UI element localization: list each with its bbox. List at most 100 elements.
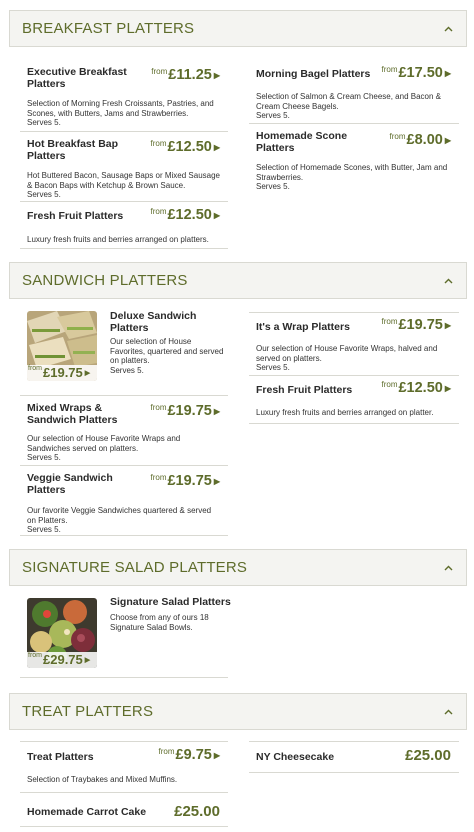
item-name: NY Cheesecake: [256, 751, 335, 763]
menu-item[interactable]: Mixed Wraps & Sandwich Platters from £19…: [20, 396, 228, 466]
caret-right-icon: ▶: [84, 370, 91, 377]
menu-item[interactable]: Morning Bagel Platters from £17.50 ▶ Sel…: [249, 62, 459, 124]
item-name: Hot Breakfast Bap Platters: [27, 138, 119, 162]
desc-text: Our selection of House Favorite Wraps an…: [27, 434, 181, 453]
price-value: £25.00: [174, 803, 220, 820]
chevron-up-icon[interactable]: [442, 275, 454, 287]
menu-item[interactable]: Hot Breakfast Bap Platters from £12.50 ▶…: [20, 132, 228, 202]
menu-item[interactable]: It's a Wrap Platters from £19.75 ▶ Our s…: [249, 312, 459, 376]
item-price[interactable]: from £11.25 ▶: [151, 67, 220, 83]
price-from-label: from: [389, 132, 406, 141]
item-description: Our selection of House Favorite Wraps an…: [27, 434, 222, 463]
price-value: £19.75: [43, 365, 83, 380]
item-description: Selection of Morning Fresh Croissants, P…: [27, 99, 222, 128]
item-description: Selection of Homemade Scones, with Butte…: [256, 163, 456, 192]
desc-text: Selection of Homemade Scones, with Butte…: [256, 163, 448, 182]
price-from-label: from: [381, 380, 398, 389]
serves-text: Serves 5.: [110, 365, 144, 375]
item-description: Our selection of House Favorites, quarte…: [110, 337, 225, 375]
section-title: SIGNATURE SALAD PLATTERS: [22, 559, 248, 576]
item-name: Veggie Sandwich Platters: [27, 472, 113, 496]
menu-item[interactable]: Executive Breakfast Platters from £11.25…: [20, 62, 228, 132]
menu-item[interactable]: Veggie Sandwich Platters from £19.75 ▶ O…: [20, 466, 228, 536]
item-description: Luxury fresh fruits and berries arranged…: [256, 408, 434, 417]
serves-text: Serves 5.: [27, 453, 61, 462]
chevron-up-icon[interactable]: [442, 562, 454, 574]
item-price[interactable]: from £12.50 ▶: [381, 380, 451, 396]
item-description: Hot Buttered Bacon, Sausage Baps or Mixe…: [27, 171, 222, 200]
item-price[interactable]: from £9.75 ▶: [159, 747, 220, 763]
serves-text: Serves 5.: [27, 190, 61, 199]
item-price[interactable]: from £12.50 ▶: [150, 207, 220, 223]
item-price[interactable]: from £19.75 ▶: [150, 403, 220, 419]
section-title: TREAT PLATTERS: [22, 703, 154, 720]
item-name: Fresh Fruit Platters: [256, 384, 353, 396]
item-name: Signature Salad Platters: [110, 596, 231, 608]
item-price[interactable]: from £19.75 ▶: [150, 473, 220, 489]
chevron-up-icon[interactable]: [442, 706, 454, 718]
price-from-label: from: [150, 403, 167, 412]
caret-right-icon: ▶: [213, 477, 220, 486]
price-from-label: from: [150, 139, 167, 148]
item-description: Selection of Salmon & Cream Cheese, and …: [256, 92, 456, 121]
price-value: £12.50: [167, 139, 212, 155]
item-description: Our selection of House Favorite Wraps, h…: [256, 344, 456, 373]
menu-item[interactable]: Fresh Fruit Platters from £12.50 ▶ Luxur…: [20, 202, 228, 249]
sandwich-platter-image[interactable]: from £19.75 ▶: [27, 311, 97, 381]
image-price[interactable]: from £29.75 ▶: [27, 652, 97, 668]
price-value: £17.50: [398, 65, 443, 81]
caret-right-icon: ▶: [444, 69, 451, 78]
item-name: Fresh Fruit Platters: [27, 210, 124, 222]
menu-item[interactable]: NY Cheesecake £25.00: [249, 741, 459, 773]
price-value: £8.00: [406, 132, 443, 148]
price-from-label: from: [151, 67, 168, 76]
price-value: £12.50: [398, 380, 443, 396]
serves-text: Serves 5.: [256, 182, 290, 191]
item-price[interactable]: from £12.50 ▶: [150, 139, 220, 155]
item-description: Luxury fresh fruits and berries arranged…: [27, 235, 209, 244]
desc-text: Our selection of House Favorites, quarte…: [110, 337, 224, 365]
item-price[interactable]: from £8.00 ▶: [390, 132, 451, 148]
price-value: £11.25: [168, 67, 212, 83]
desc-text: Selection of Salmon & Cream Cheese, and …: [256, 92, 441, 111]
serves-text: Serves 5.: [256, 111, 290, 120]
item-price[interactable]: £25.00: [405, 747, 451, 764]
desc-text: Our selection of House Favorite Wraps, h…: [256, 344, 438, 363]
caret-right-icon: ▶: [213, 407, 220, 416]
caret-right-icon: ▶: [444, 384, 451, 393]
item-name: Morning Bagel Platters: [256, 68, 371, 80]
item-name: Mixed Wraps & Sandwich Platters: [27, 402, 118, 426]
image-price[interactable]: from £19.75 ▶: [27, 365, 97, 381]
item-name: Homemade Scone Platters: [256, 130, 348, 154]
item-price[interactable]: from £19.75 ▶: [381, 317, 451, 333]
section-header-breakfast[interactable]: BREAKFAST PLATTERS: [9, 10, 467, 47]
item-price[interactable]: £25.00: [174, 803, 220, 820]
desc-text: Selection of Morning Fresh Croissants, P…: [27, 99, 214, 118]
menu-item[interactable]: from £19.75 ▶ Deluxe Sandwich Platters O…: [20, 308, 228, 396]
chevron-up-icon[interactable]: [442, 23, 454, 35]
price-value: £19.75: [167, 473, 212, 489]
caret-right-icon: ▶: [84, 657, 91, 664]
menu-item[interactable]: Fresh Fruit Platters from £12.50 ▶ Luxur…: [249, 376, 459, 424]
caret-right-icon: ▶: [444, 321, 451, 330]
menu-item[interactable]: from £29.75 ▶ Signature Salad Platters C…: [20, 594, 231, 678]
price-from-label: from: [150, 473, 167, 482]
price-from-label: from: [28, 652, 42, 659]
item-name: It's a Wrap Platters: [256, 321, 350, 333]
item-description: Selection of Traybakes and Mixed Muffins…: [27, 775, 178, 784]
section-header-sandwich[interactable]: SANDWICH PLATTERS: [9, 262, 467, 299]
section-header-treat[interactable]: TREAT PLATTERS: [9, 693, 467, 730]
salad-platter-image[interactable]: from £29.75 ▶: [27, 598, 97, 668]
caret-right-icon: ▶: [213, 71, 220, 80]
caret-right-icon: ▶: [213, 751, 220, 760]
menu-item[interactable]: Treat Platters from £9.75 ▶ Selection of…: [20, 741, 228, 793]
price-value: £29.75: [43, 652, 83, 667]
price-from-label: from: [28, 365, 42, 372]
serves-text: Serves 5.: [256, 363, 290, 372]
menu-item[interactable]: Homemade Scone Platters from £8.00 ▶ Sel…: [249, 124, 459, 192]
section-header-salad[interactable]: SIGNATURE SALAD PLATTERS: [9, 549, 467, 586]
item-price[interactable]: from £17.50 ▶: [381, 65, 451, 81]
section-title: BREAKFAST PLATTERS: [22, 20, 195, 37]
menu-item[interactable]: Homemade Carrot Cake £25.00: [20, 793, 228, 827]
section-title: SANDWICH PLATTERS: [22, 272, 188, 289]
